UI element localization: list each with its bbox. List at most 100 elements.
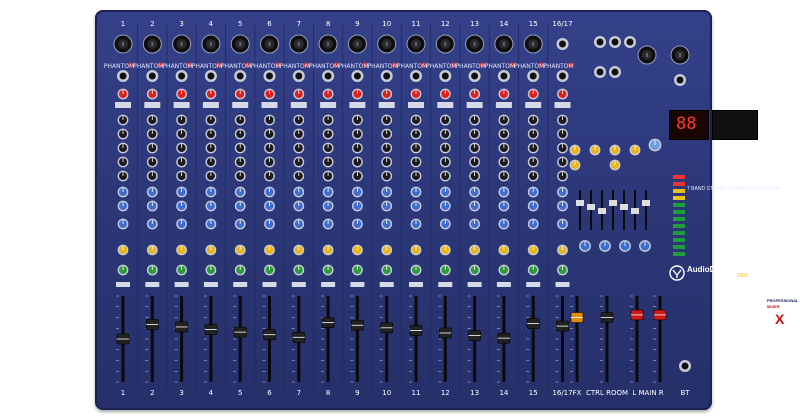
hpf-switch[interactable]: [232, 102, 249, 108]
xlr-input-icon-pin: [327, 42, 330, 46]
line-input[interactable]: [353, 72, 361, 80]
channel-number: 6: [267, 20, 272, 28]
hpf-switch[interactable]: [202, 102, 219, 108]
hpf-switch[interactable]: [554, 102, 571, 108]
mute-button[interactable]: [467, 282, 482, 287]
line-input[interactable]: [236, 72, 244, 80]
jack-input-icon[interactable]: [559, 40, 566, 48]
hpf-switch[interactable]: [261, 102, 278, 108]
line-input[interactable]: [324, 72, 332, 80]
logo-icon: [669, 265, 685, 281]
xlr-input-icon-pin: [297, 42, 300, 46]
fader-label: 3: [179, 389, 183, 397]
level-meter-led: [673, 189, 685, 193]
eq-slider[interactable]: [620, 204, 628, 210]
mute-button[interactable]: [526, 282, 541, 287]
line-input[interactable]: [471, 72, 479, 80]
line-input[interactable]: [295, 72, 303, 80]
phones-jack-top[interactable]: [676, 76, 684, 84]
hpf-switch[interactable]: [495, 102, 512, 108]
bt-label: BT: [680, 389, 690, 397]
level-meter-led: [673, 252, 685, 256]
channel-number: 13: [470, 20, 479, 28]
fader-label: 16/17: [552, 389, 572, 397]
aux-jack[interactable]: [596, 68, 604, 76]
fader-label: 13: [470, 389, 479, 397]
eq-slider-track: [579, 190, 581, 230]
line-input[interactable]: [178, 72, 186, 80]
line-input[interactable]: [266, 72, 273, 80]
channel-number: 9: [355, 20, 359, 28]
mute-button[interactable]: [379, 282, 394, 287]
mute-button[interactable]: [409, 282, 423, 287]
xlr-input-icon-pin: [473, 42, 476, 46]
eq-slider[interactable]: [587, 204, 595, 210]
phantom-label: PHANTOM: [162, 63, 192, 70]
hpf-switch[interactable]: [173, 102, 190, 108]
master-jack[interactable]: [596, 38, 604, 46]
mute-button[interactable]: [174, 282, 189, 287]
xlr-input-icon-pin: [209, 42, 212, 46]
channel-number: 4: [209, 20, 214, 28]
aux-jack[interactable]: [611, 68, 619, 76]
mute-button[interactable]: [145, 282, 160, 287]
hpf-switch[interactable]: [320, 102, 337, 108]
phantom-label: PHANTOM: [485, 63, 515, 70]
line-input[interactable]: [441, 72, 449, 80]
brand-model: PRO: [737, 273, 748, 279]
hpf-switch[interactable]: [115, 102, 131, 108]
mute-button[interactable]: [262, 282, 277, 287]
level-meter-led: [673, 196, 685, 200]
mute-button[interactable]: [496, 282, 511, 287]
hpf-switch[interactable]: [349, 102, 366, 108]
channel-number: 8: [326, 20, 330, 28]
line-input[interactable]: [412, 72, 420, 80]
eq-slider[interactable]: [631, 208, 639, 214]
channel-fader-track: [238, 296, 242, 382]
hpf-switch[interactable]: [408, 102, 424, 108]
mute-button[interactable]: [321, 282, 336, 287]
ctrl-room-label: CTRL ROOM: [586, 389, 628, 397]
channel-number: 3: [179, 20, 183, 28]
mute-button[interactable]: [438, 282, 453, 287]
phantom-label: PHANTOM: [309, 63, 339, 70]
phantom-label: PHANTOM: [133, 63, 163, 70]
mute-button[interactable]: [555, 282, 570, 287]
line-input[interactable]: [559, 72, 566, 80]
main-fader-right-track: [658, 296, 662, 382]
hpf-switch[interactable]: [525, 102, 542, 108]
hpf-switch[interactable]: [144, 102, 161, 108]
ctrl-room-fader-track: [605, 296, 609, 382]
mute-button[interactable]: [291, 282, 306, 287]
eq-slider[interactable]: [609, 200, 617, 206]
hpf-switch[interactable]: [378, 102, 395, 108]
line-input[interactable]: [119, 72, 127, 80]
channel-fader-track: [209, 296, 213, 382]
fader-label: 8: [326, 389, 330, 397]
line-input[interactable]: [148, 72, 156, 80]
eq-slider[interactable]: [642, 200, 650, 206]
line-input[interactable]: [383, 72, 391, 80]
eq-slider[interactable]: [598, 208, 606, 214]
mute-button[interactable]: [203, 282, 218, 287]
mute-button[interactable]: [350, 282, 365, 287]
fader-label: 14: [499, 389, 508, 397]
phantom-label: PHANTOM: [368, 63, 398, 70]
mute-button[interactable]: [233, 282, 248, 287]
mute-button[interactable]: [116, 282, 130, 287]
master-jack[interactable]: [626, 38, 634, 46]
hpf-switch[interactable]: [437, 102, 454, 108]
eq-slider-track: [612, 190, 614, 230]
phantom-label: PHANTOM: [280, 63, 310, 70]
channel-fader-track: [355, 296, 359, 382]
master-jack[interactable]: [611, 38, 619, 46]
line-input[interactable]: [500, 72, 508, 80]
line-input[interactable]: [529, 72, 537, 80]
line-input[interactable]: [207, 72, 215, 80]
hpf-switch[interactable]: [466, 102, 483, 108]
hpf-switch[interactable]: [290, 102, 307, 108]
fader-label: 9: [355, 389, 359, 397]
level-meter-led: [673, 175, 685, 179]
eq-slider[interactable]: [576, 200, 584, 206]
phones-jack[interactable]: [681, 362, 689, 370]
